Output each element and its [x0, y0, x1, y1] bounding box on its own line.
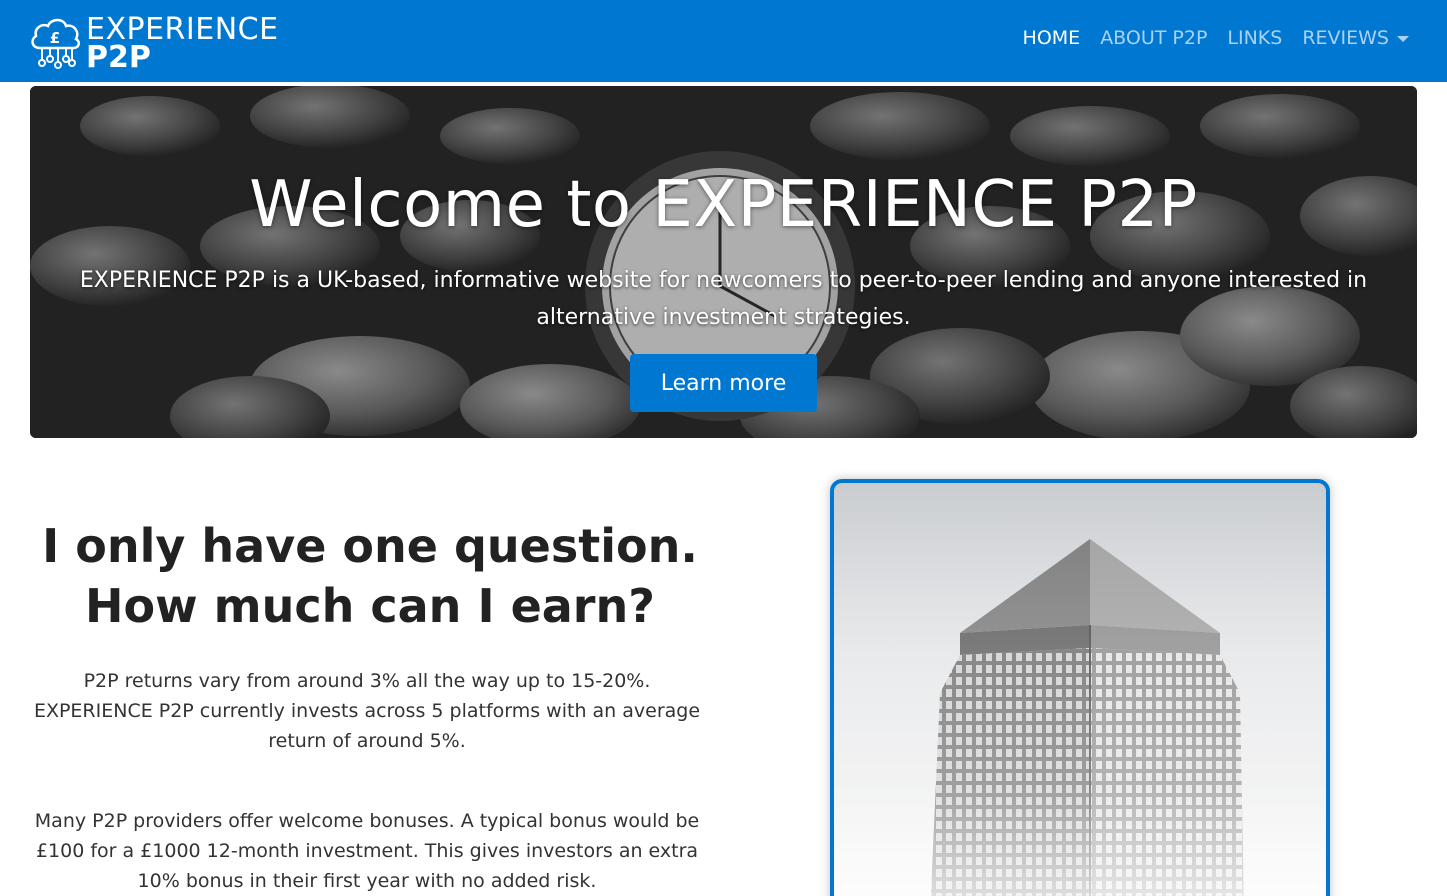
- skyscraper-illustration: [834, 483, 1326, 896]
- returns-paragraph: P2P returns vary from around 3% all the …: [33, 670, 701, 752]
- svg-text:£: £: [50, 29, 60, 47]
- nav-item-reviews[interactable]: REVIEWS: [1302, 27, 1409, 49]
- heading-line2: How much can I earn?: [85, 579, 655, 633]
- nav-item-links[interactable]: LINKS: [1227, 27, 1282, 49]
- heading-line1: I only have one question.: [42, 519, 698, 573]
- hero-banner: Welcome to EXPERIENCE P2P EXPERIENCE P2P…: [30, 86, 1417, 438]
- caret-down-icon: [1397, 35, 1409, 42]
- main-nav: HOME ABOUT P2P LINKS REVIEWS: [1023, 27, 1409, 49]
- bonus-paragraph: Many P2P providers offer welcome bonuses…: [34, 810, 700, 892]
- nav-item-home[interactable]: HOME: [1023, 27, 1081, 49]
- section-heading: I only have one question. How much can I…: [20, 516, 720, 636]
- logo-text-line2: P2P: [86, 40, 151, 75]
- skyscraper-image: [830, 479, 1330, 896]
- navbar: £ EXPERIENCE P2P HOME ABOUT P2P LINKS RE…: [0, 0, 1447, 82]
- hero-title: Welcome to EXPERIENCE P2P: [249, 168, 1198, 242]
- nav-item-reviews-label: REVIEWS: [1302, 27, 1389, 49]
- cloud-pound-icon: £: [31, 18, 81, 69]
- site-logo[interactable]: £ EXPERIENCE P2P: [28, 8, 288, 75]
- nav-item-about-p2p[interactable]: ABOUT P2P: [1100, 27, 1207, 49]
- hero-subtitle: EXPERIENCE P2P is a UK-based, informativ…: [79, 268, 1368, 330]
- learn-more-button[interactable]: Learn more: [630, 354, 817, 412]
